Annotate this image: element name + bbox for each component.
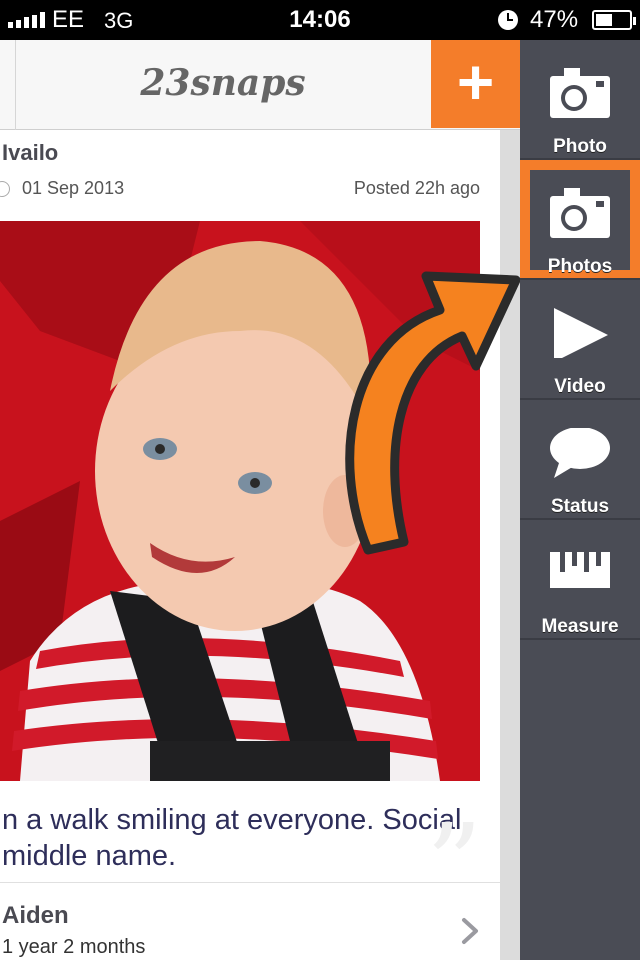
divider — [0, 882, 500, 883]
ruler-icon — [550, 552, 610, 588]
post-posted-time: Posted 22h ago — [353, 178, 480, 198]
menu-item-measure[interactable]: Measure — [520, 520, 640, 640]
app-header: 23snaps + — [0, 40, 520, 130]
menu-item-photos[interactable]: Photos — [520, 160, 640, 280]
child-name[interactable]: Aiden — [2, 902, 69, 930]
add-button[interactable]: + — [431, 40, 520, 128]
speech-bubble-icon — [550, 428, 610, 478]
app-logo: 23snaps — [140, 62, 306, 104]
menu-label: Photo — [553, 136, 607, 157]
quote-icon: ” — [426, 800, 483, 928]
child-age: 1 year 2 months — [2, 936, 146, 958]
play-icon — [554, 308, 608, 358]
status-bar: EE 3G 14:06 47% — [0, 0, 640, 40]
camera-icon — [550, 68, 610, 118]
curved-arrow-icon — [345, 271, 520, 555]
side-menu: Photo Photos Video Status Measure — [520, 40, 640, 960]
menu-item-status[interactable]: Status — [520, 400, 640, 520]
chevron-right-icon[interactable] — [460, 916, 480, 946]
back-button[interactable] — [0, 40, 16, 130]
menu-label: Photos — [547, 256, 613, 277]
menu-label: Status — [550, 496, 610, 517]
caption-line-2: middle name. — [2, 840, 177, 872]
menu-label: Measure — [541, 616, 619, 637]
post-caption: n a walk smiling at everyone. Social mid… — [2, 802, 492, 874]
caption-line-1: n a walk smiling at everyone. Social — [2, 804, 462, 836]
battery-icon — [592, 10, 636, 30]
post-author: Ivailo — [2, 140, 59, 165]
clock-icon — [0, 181, 10, 197]
menu-label: Video — [554, 376, 606, 397]
post-date: 01 Sep 2013 — [22, 178, 125, 198]
battery-percentage: 47% — [530, 6, 579, 33]
alarm-clock-icon — [498, 10, 518, 30]
menu-item-photo[interactable]: Photo — [520, 40, 640, 160]
menu-item-video[interactable]: Video — [520, 280, 640, 400]
camera-icon — [550, 188, 610, 238]
